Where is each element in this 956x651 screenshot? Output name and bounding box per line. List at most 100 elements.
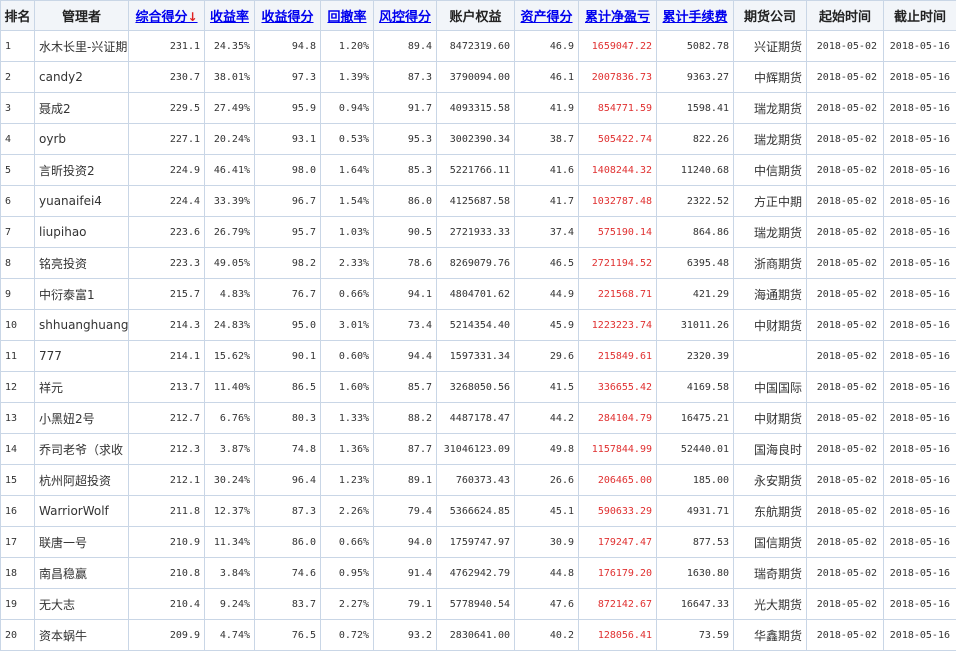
- cell-broker: [734, 341, 807, 372]
- cell-rank: 15: [1, 465, 35, 496]
- cell-fees: 5082.78: [657, 31, 734, 62]
- cell-return-score: 76.7: [255, 279, 321, 310]
- col-fees[interactable]: 累计手续费: [657, 1, 734, 31]
- cell-drawdown: 0.60%: [321, 341, 374, 372]
- col-asset-score[interactable]: 资产得分: [515, 1, 579, 31]
- table-row: 19无大志210.49.24%83.72.27%79.15778940.5447…: [1, 589, 956, 620]
- cell-risk-score: 87.3: [374, 62, 437, 93]
- col-composite-score[interactable]: 综合得分↓: [129, 1, 205, 31]
- cell-fees: 421.29: [657, 279, 734, 310]
- cell-return-rate: 20.24%: [205, 124, 255, 155]
- cell-return-score: 87.3: [255, 496, 321, 527]
- cell-return-rate: 24.83%: [205, 310, 255, 341]
- cell-equity: 760373.43: [437, 465, 515, 496]
- col-risk-score[interactable]: 风控得分: [374, 1, 437, 31]
- cell-broker: 中国国际: [734, 372, 807, 403]
- cell-composite-score: 231.1: [129, 31, 205, 62]
- table-row: 11777214.115.62%90.10.60%94.41597331.342…: [1, 341, 956, 372]
- col-return-score[interactable]: 收益得分: [255, 1, 321, 31]
- cell-asset-score: 44.2: [515, 403, 579, 434]
- cell-manager: WarriorWolf: [35, 496, 129, 527]
- cell-drawdown: 0.94%: [321, 93, 374, 124]
- cell-manager: 777: [35, 341, 129, 372]
- cell-equity: 4125687.58: [437, 186, 515, 217]
- cell-risk-score: 94.0: [374, 527, 437, 558]
- cell-return-score: 83.7: [255, 589, 321, 620]
- cell-end-date: 2018-05-16: [884, 93, 956, 124]
- cell-drawdown: 1.39%: [321, 62, 374, 93]
- cell-composite-score: 210.4: [129, 589, 205, 620]
- cell-asset-score: 41.6: [515, 155, 579, 186]
- cell-risk-score: 95.3: [374, 124, 437, 155]
- cell-rank: 13: [1, 403, 35, 434]
- cell-broker: 瑞龙期货: [734, 124, 807, 155]
- cell-return-score: 80.3: [255, 403, 321, 434]
- col-drawdown[interactable]: 回撤率: [321, 1, 374, 31]
- col-net-pnl[interactable]: 累计净盈亏: [579, 1, 657, 31]
- cell-end-date: 2018-05-16: [884, 279, 956, 310]
- table-row: 6yuanaifei4224.433.39%96.71.54%86.041256…: [1, 186, 956, 217]
- cell-equity: 3002390.34: [437, 124, 515, 155]
- cell-manager: yuanaifei4: [35, 186, 129, 217]
- cell-net-pnl: 284104.79: [579, 403, 657, 434]
- cell-fees: 1630.80: [657, 558, 734, 589]
- cell-broker: 瑞龙期货: [734, 217, 807, 248]
- cell-net-pnl: 1157844.99: [579, 434, 657, 465]
- cell-fees: 9363.27: [657, 62, 734, 93]
- cell-rank: 19: [1, 589, 35, 620]
- cell-equity: 1759747.97: [437, 527, 515, 558]
- cell-net-pnl: 1032787.48: [579, 186, 657, 217]
- cell-start-date: 2018-05-02: [807, 558, 884, 589]
- cell-fees: 73.59: [657, 620, 734, 651]
- col-return-rate[interactable]: 收益率: [205, 1, 255, 31]
- cell-end-date: 2018-05-16: [884, 186, 956, 217]
- cell-drawdown: 1.23%: [321, 465, 374, 496]
- cell-return-rate: 9.24%: [205, 589, 255, 620]
- cell-return-score: 95.9: [255, 93, 321, 124]
- cell-drawdown: 1.64%: [321, 155, 374, 186]
- cell-equity: 1597331.34: [437, 341, 515, 372]
- cell-rank: 2: [1, 62, 35, 93]
- cell-risk-score: 93.2: [374, 620, 437, 651]
- cell-manager: 铭亮投资: [35, 248, 129, 279]
- cell-return-rate: 6.76%: [205, 403, 255, 434]
- cell-end-date: 2018-05-16: [884, 589, 956, 620]
- col-end-date: 截止时间: [884, 1, 956, 31]
- header-row: 排名 管理者 综合得分↓ 收益率 收益得分 回撤率 风控得分 账户权益 资产得分…: [1, 1, 956, 31]
- cell-fees: 185.00: [657, 465, 734, 496]
- cell-return-score: 76.5: [255, 620, 321, 651]
- cell-return-score: 95.7: [255, 217, 321, 248]
- table-row: 1水木长里-兴证期231.124.35%94.81.20%89.48472319…: [1, 31, 956, 62]
- cell-drawdown: 0.53%: [321, 124, 374, 155]
- cell-fees: 52440.01: [657, 434, 734, 465]
- cell-start-date: 2018-05-02: [807, 279, 884, 310]
- cell-drawdown: 1.33%: [321, 403, 374, 434]
- cell-composite-score: 213.7: [129, 372, 205, 403]
- cell-return-rate: 38.01%: [205, 62, 255, 93]
- cell-broker: 国海良时: [734, 434, 807, 465]
- cell-return-rate: 12.37%: [205, 496, 255, 527]
- cell-rank: 10: [1, 310, 35, 341]
- cell-broker: 瑞龙期货: [734, 93, 807, 124]
- cell-composite-score: 212.3: [129, 434, 205, 465]
- col-rank: 排名: [1, 1, 35, 31]
- cell-asset-score: 29.6: [515, 341, 579, 372]
- cell-risk-score: 79.1: [374, 589, 437, 620]
- cell-end-date: 2018-05-16: [884, 217, 956, 248]
- cell-start-date: 2018-05-02: [807, 620, 884, 651]
- cell-composite-score: 229.5: [129, 93, 205, 124]
- cell-composite-score: 224.9: [129, 155, 205, 186]
- cell-equity: 4093315.58: [437, 93, 515, 124]
- cell-net-pnl: 1223223.74: [579, 310, 657, 341]
- cell-composite-score: 212.1: [129, 465, 205, 496]
- cell-start-date: 2018-05-02: [807, 372, 884, 403]
- ranking-table: 排名 管理者 综合得分↓ 收益率 收益得分 回撤率 风控得分 账户权益 资产得分…: [0, 0, 956, 651]
- cell-fees: 6395.48: [657, 248, 734, 279]
- sort-desc-arrow-icon: ↓: [187, 10, 197, 24]
- cell-fees: 877.53: [657, 527, 734, 558]
- cell-risk-score: 89.4: [374, 31, 437, 62]
- cell-drawdown: 2.27%: [321, 589, 374, 620]
- cell-fees: 16475.21: [657, 403, 734, 434]
- cell-drawdown: 2.26%: [321, 496, 374, 527]
- cell-end-date: 2018-05-16: [884, 372, 956, 403]
